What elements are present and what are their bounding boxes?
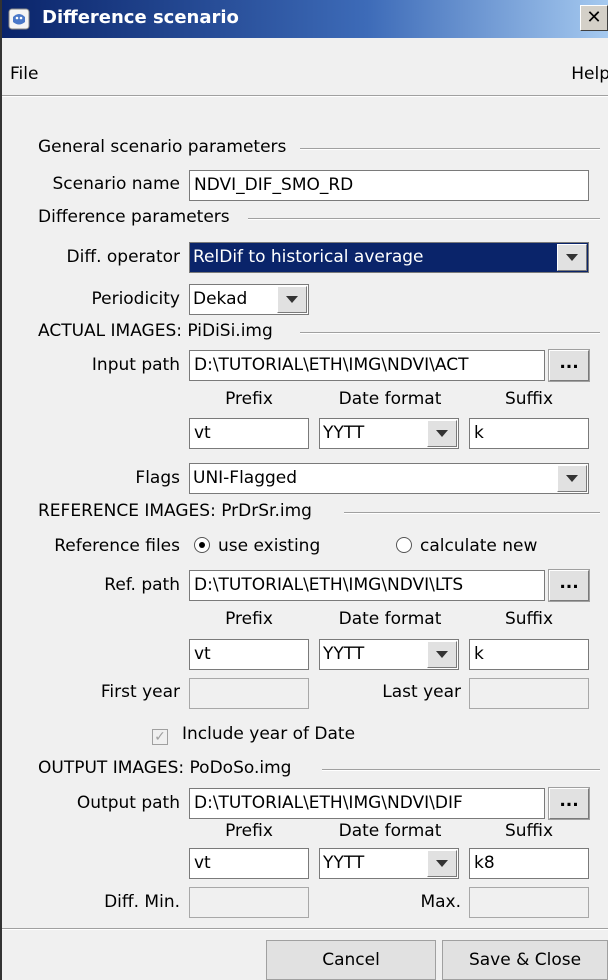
section-reference-title: REFERENCE IMAGES: PrDrSr.img (38, 501, 312, 521)
diff-operator-value: RelDif to historical average (193, 247, 424, 267)
section-line (248, 218, 600, 220)
date-format-header: Date format (338, 389, 442, 409)
flags-value: UNI-Flagged (193, 468, 298, 488)
ref-path-browse-button[interactable]: ... (548, 569, 590, 602)
include-year-checkbox[interactable]: ✓ Include year of Date (152, 724, 355, 748)
output-prefix-input[interactable]: vt (189, 848, 309, 879)
close-button[interactable]: ✕ (580, 5, 608, 31)
reference-files-label: Reference files (54, 536, 180, 556)
section-difference: Difference parameters (38, 207, 600, 231)
menu-separator (2, 95, 608, 97)
output-path-label: Output path (76, 793, 180, 813)
output-date-format-value: YYTT (323, 853, 365, 873)
section-line (300, 148, 600, 150)
menu-bar: File Help (2, 60, 608, 88)
input-path-browse-button[interactable]: ... (548, 349, 590, 382)
radio-calculate-new-label: calculate new (420, 536, 538, 556)
difference-scenario-window: Difference scenario ✕ File Help General … (0, 0, 608, 980)
dropdown-arrow-icon[interactable] (427, 641, 457, 668)
radio-use-existing[interactable]: use existing (194, 536, 320, 560)
diff-min-input[interactable] (189, 887, 309, 918)
save-close-button[interactable]: Save & Close (442, 940, 608, 980)
radio-use-existing-label: use existing (218, 536, 321, 556)
ref-path-label: Ref. path (104, 575, 180, 595)
output-suffix-input[interactable]: k8 (469, 848, 589, 879)
dropdown-arrow-icon[interactable] (277, 286, 307, 313)
radio-unchecked-icon (396, 537, 412, 553)
section-output-title: OUTPUT IMAGES: PoDoSo.img (38, 758, 292, 778)
section-reference: REFERENCE IMAGES: PrDrSr.img (38, 501, 600, 525)
actual-prefix-input[interactable]: vt (189, 418, 309, 449)
section-general: General scenario parameters (38, 137, 600, 161)
actual-date-format-value: YYTT (323, 423, 365, 443)
output-path-browse-button[interactable]: ... (548, 787, 590, 820)
title-bar[interactable]: Difference scenario ✕ (2, 0, 608, 38)
reference-date-format-value: YYTT (323, 644, 365, 664)
diff-operator-select[interactable]: RelDif to historical average (189, 242, 589, 273)
menu-file[interactable]: File (10, 64, 38, 84)
last-year-input[interactable] (469, 678, 589, 709)
dropdown-arrow-icon[interactable] (557, 244, 587, 271)
date-format-header: Date format (338, 609, 442, 629)
app-icon (8, 8, 30, 30)
section-actual: ACTUAL IMAGES: PiDiSi.img (38, 321, 600, 345)
dropdown-arrow-icon[interactable] (427, 850, 457, 877)
first-year-input[interactable] (189, 678, 309, 709)
prefix-header: Prefix (225, 609, 273, 629)
prefix-header: Prefix (225, 389, 273, 409)
reference-date-format-select[interactable]: YYTT (319, 639, 459, 670)
suffix-header: Suffix (504, 609, 554, 629)
dropdown-arrow-icon[interactable] (427, 420, 457, 447)
reference-prefix-input[interactable]: vt (189, 639, 309, 670)
date-format-header: Date format (338, 821, 442, 841)
window-title: Difference scenario (42, 7, 239, 28)
input-path-label: Input path (91, 355, 180, 375)
flags-select[interactable]: UNI-Flagged (189, 463, 589, 494)
bottom-separator (2, 928, 608, 930)
section-general-title: General scenario parameters (38, 137, 287, 157)
checkmark-icon: ✓ (152, 729, 168, 745)
dropdown-arrow-icon[interactable] (557, 465, 587, 492)
radio-checked-icon (194, 537, 210, 553)
section-output: OUTPUT IMAGES: PoDoSo.img (38, 758, 600, 782)
section-difference-title: Difference parameters (38, 207, 230, 227)
output-path-input[interactable]: D:\TUTORIAL\ETH\IMG\NDVI\DIF (189, 788, 545, 819)
diff-operator-label: Diff. operator (66, 247, 180, 267)
diff-max-label: Max. (420, 892, 461, 912)
first-year-label: First year (100, 682, 180, 702)
actual-date-format-select[interactable]: YYTT (319, 418, 459, 449)
suffix-header: Suffix (504, 389, 554, 409)
periodicity-value: Dekad (193, 289, 248, 309)
menu-help[interactable]: Help (571, 64, 608, 84)
scenario-name-label: Scenario name (52, 174, 180, 194)
include-year-label: Include year of Date (182, 724, 356, 744)
periodicity-select[interactable]: Dekad (189, 284, 309, 315)
suffix-header: Suffix (504, 821, 554, 841)
reference-suffix-input[interactable]: k (469, 639, 589, 670)
diff-min-label: Diff. Min. (104, 892, 180, 912)
ref-path-input[interactable]: D:\TUTORIAL\ETH\IMG\NDVI\LTS (189, 570, 545, 601)
section-actual-title: ACTUAL IMAGES: PiDiSi.img (38, 321, 273, 341)
section-line (322, 769, 600, 771)
input-path-input[interactable]: D:\TUTORIAL\ETH\IMG\NDVI\ACT (189, 350, 545, 381)
actual-suffix-input[interactable]: k (469, 418, 589, 449)
flags-label: Flags (135, 468, 180, 488)
prefix-header: Prefix (225, 821, 273, 841)
output-date-format-select[interactable]: YYTT (319, 848, 459, 879)
section-line (300, 332, 600, 334)
diff-max-input[interactable] (469, 887, 589, 918)
periodicity-label: Periodicity (91, 289, 180, 309)
radio-calculate-new[interactable]: calculate new (396, 536, 537, 560)
section-line (344, 512, 600, 514)
close-icon: ✕ (586, 7, 602, 28)
last-year-label: Last year (382, 682, 461, 702)
scenario-name-input[interactable]: NDVI_DIF_SMO_RD (189, 170, 589, 201)
cancel-button[interactable]: Cancel (266, 940, 436, 980)
